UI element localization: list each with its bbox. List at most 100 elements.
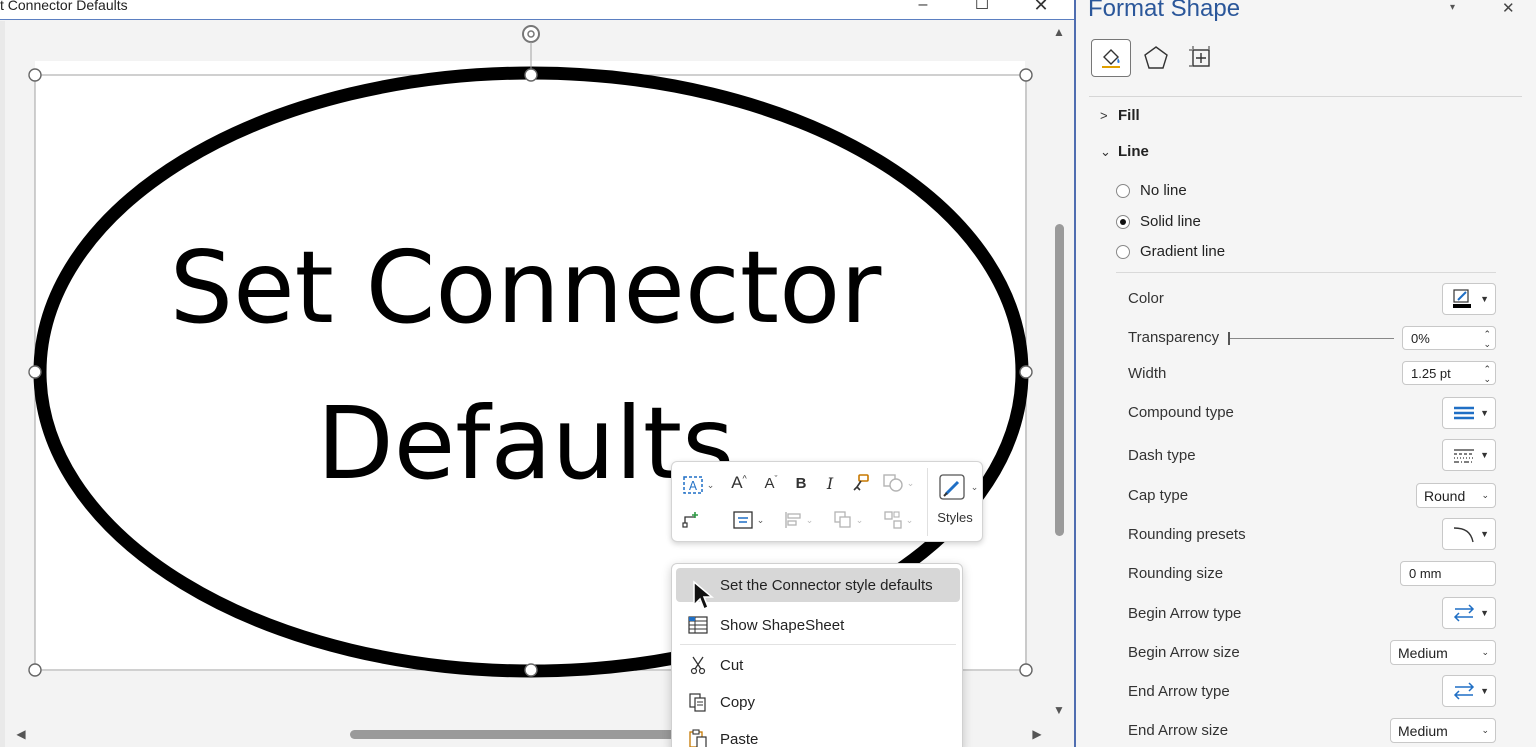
spinner-icon[interactable]: ⌃ ⌄: [1483, 364, 1491, 384]
radio-button[interactable]: [1116, 183, 1130, 198]
window-title: t Connector Defaults: [0, 0, 128, 13]
compound-type-dropdown[interactable]: ▼: [1442, 397, 1496, 429]
radio-solid-line[interactable]: Solid line: [1116, 213, 1201, 230]
maximize-button[interactable]: ☐: [962, 0, 1002, 18]
tab-fill-and-line[interactable]: [1091, 39, 1131, 77]
cap-type-label: Cap type: [1128, 487, 1189, 504]
width-input[interactable]: 1.25 pt ⌃ ⌄: [1402, 361, 1496, 385]
radio-no-line[interactable]: No line: [1116, 182, 1187, 199]
end-arrow-size-select[interactable]: Medium ⌄: [1390, 718, 1496, 743]
dropdown-arrow-icon: ▼: [1480, 294, 1489, 304]
rounded-corner-icon: [1453, 527, 1474, 543]
slider-thumb[interactable]: [1228, 332, 1230, 345]
increase-font-size-button[interactable]: A^: [726, 471, 752, 495]
chevron-down-icon: ⌄: [1481, 490, 1489, 500]
dropdown-arrow-icon: ▼: [1480, 529, 1489, 539]
toolbar-separator: [927, 468, 928, 536]
minimize-button[interactable]: –: [903, 0, 943, 18]
radio-gradient-line[interactable]: Gradient line: [1116, 243, 1225, 260]
resize-handle-top-left: [28, 68, 42, 82]
radio-label: No line: [1140, 182, 1187, 199]
bring-forward-button[interactable]: ⌄: [826, 508, 870, 532]
cap-type-select[interactable]: Round ⌄: [1416, 483, 1496, 508]
vertical-scrollbar[interactable]: ▲ ▼: [1046, 21, 1074, 725]
menu-item-paste[interactable]: Paste: [676, 722, 960, 747]
resize-handle-left: [28, 365, 42, 379]
title-bar: t Connector Defaults – ☐ ✕: [0, 0, 1074, 20]
menu-item-copy[interactable]: Copy: [676, 685, 960, 719]
end-arrow-type-dropdown[interactable]: ▼: [1442, 675, 1496, 707]
italic-button[interactable]: I: [819, 471, 841, 495]
width-label: Width: [1128, 365, 1167, 382]
shapesheet-icon: [676, 616, 720, 634]
radio-button[interactable]: [1116, 244, 1130, 259]
bold-icon: B: [795, 474, 807, 492]
align-shapes-button[interactable]: ⌄: [776, 508, 820, 532]
format-painter-button[interactable]: [848, 471, 874, 495]
format-shape-pane: Format Shape ▾ ✕ > Fill ⌄ Line No line S…: [1074, 0, 1536, 747]
rounding-presets-label: Rounding presets: [1128, 526, 1246, 543]
group-button[interactable]: ⌄: [876, 508, 920, 532]
scroll-down-icon[interactable]: ▼: [1051, 703, 1067, 717]
font-grow-icon: A^: [731, 473, 747, 492]
spinner-icon[interactable]: ⌃ ⌄: [1483, 329, 1491, 349]
dash-type-dropdown[interactable]: ▼: [1442, 439, 1496, 471]
vertical-scroll-thumb[interactable]: [1055, 224, 1064, 536]
dash-lines-icon: [1454, 449, 1474, 463]
scroll-left-icon[interactable]: ◀: [13, 727, 29, 741]
close-button[interactable]: ✕: [1021, 0, 1061, 18]
svg-text:A: A: [689, 479, 698, 493]
section-line[interactable]: ⌄ Line: [1100, 143, 1149, 160]
tab-size-properties[interactable]: [1181, 39, 1221, 77]
pane-title: Format Shape: [1088, 0, 1241, 22]
pane-close-icon[interactable]: ✕: [1502, 0, 1515, 17]
transparency-slider[interactable]: [1228, 332, 1394, 345]
menu-item-label: Copy: [720, 693, 756, 711]
shape-fill-button[interactable]: ⌄: [878, 471, 918, 495]
section-line-label: Line: [1118, 143, 1149, 160]
chevron-down-icon: ⌄: [1481, 725, 1489, 735]
begin-arrow-size-select[interactable]: Medium ⌄: [1390, 640, 1496, 665]
line-options-divider: [1116, 272, 1496, 273]
tab-effects[interactable]: [1136, 39, 1176, 77]
rounding-presets-dropdown[interactable]: ▼: [1442, 518, 1496, 550]
mini-toolbar: A ⌄ A^ Aˇ B I ⌄ ⌄ ⌄ ⌄ ⌄ ⌄ Styles: [671, 461, 983, 542]
rounding-size-label: Rounding size: [1128, 565, 1224, 582]
chevron-down-icon: ⌄: [1481, 647, 1489, 657]
line-color-picker[interactable]: ▼: [1442, 283, 1496, 315]
rounding-size-input[interactable]: 0 mm: [1400, 561, 1496, 586]
arrange-icon: [834, 511, 851, 528]
decrease-font-size-button[interactable]: Aˇ: [758, 471, 784, 495]
transparency-input[interactable]: 0% ⌃ ⌄: [1402, 326, 1496, 350]
menu-item-cut[interactable]: Cut: [676, 648, 960, 682]
dropdown-arrow-icon: ▼: [1480, 686, 1489, 696]
scroll-right-icon[interactable]: ▶: [1029, 727, 1045, 741]
arrow-type-icon: [1453, 682, 1475, 700]
radio-button[interactable]: [1116, 214, 1130, 229]
text-align-icon: [733, 511, 753, 529]
text-block-button[interactable]: A ⌄: [676, 473, 720, 497]
compound-lines-icon: [1454, 406, 1474, 420]
pane-options-chevron-icon[interactable]: ▾: [1450, 2, 1455, 13]
pentagon-icon: [1144, 46, 1168, 69]
connector-tool-button[interactable]: [676, 507, 706, 531]
dropdown-arrow-icon: ▼: [1480, 450, 1489, 460]
connector-icon: [682, 512, 698, 528]
styles-button[interactable]: ⌄: [936, 470, 980, 504]
context-menu: Set the Connector style defaults Show Sh…: [671, 563, 963, 747]
horizontal-scroll-thumb[interactable]: [350, 730, 680, 739]
begin-arrow-size-label: Begin Arrow size: [1128, 644, 1240, 661]
menu-item-set-connector-defaults[interactable]: Set the Connector style defaults: [676, 568, 960, 602]
compound-type-label: Compound type: [1128, 404, 1234, 421]
arrow-type-icon: [1453, 604, 1475, 622]
section-fill[interactable]: > Fill: [1100, 107, 1140, 124]
bold-button[interactable]: B: [790, 471, 812, 495]
align-text-button[interactable]: ⌄: [726, 508, 770, 532]
menu-item-show-shapesheet[interactable]: Show ShapeSheet: [676, 608, 960, 642]
resize-handle-bottom-left: [28, 663, 42, 677]
scroll-up-icon[interactable]: ▲: [1051, 25, 1067, 39]
styles-icon: [939, 474, 965, 500]
resize-handle-top-right: [1019, 68, 1033, 82]
paint-bucket-icon: [1102, 49, 1120, 68]
begin-arrow-type-dropdown[interactable]: ▼: [1442, 597, 1496, 629]
